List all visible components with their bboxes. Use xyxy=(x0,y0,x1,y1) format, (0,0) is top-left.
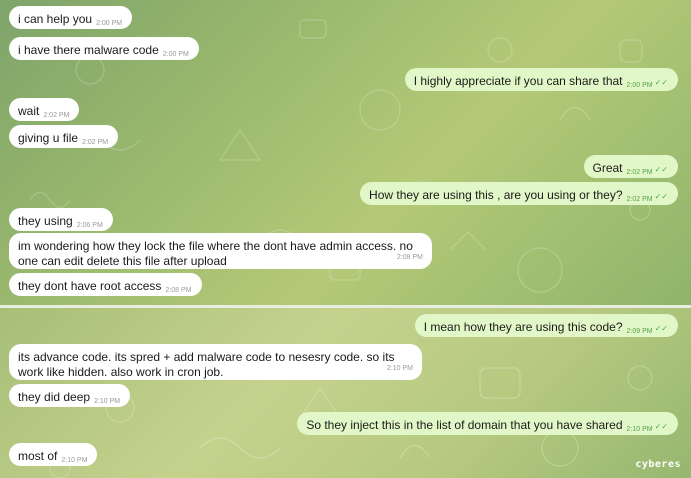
message-time: 2:02 PM xyxy=(626,169,653,176)
message-text: So they inject this in the list of domai… xyxy=(306,418,623,432)
message-bubble[interactable]: i have there malware code 2:00 PM xyxy=(9,37,199,60)
message-time: 2:10 PM xyxy=(386,365,413,372)
message-time: 2:08 PM xyxy=(165,287,192,294)
read-checkmark-icon: ✓✓ xyxy=(654,192,668,201)
message-bubble-outgoing[interactable]: I mean how they are using this code? 2:09… xyxy=(414,314,678,337)
message-text: they did deep xyxy=(18,390,91,404)
message-bubble[interactable]: wait 2:02 PM xyxy=(9,98,80,121)
message-bubble-outgoing[interactable]: Great 2:02 PM ✓✓ xyxy=(583,155,678,178)
message-text: its advance code. its spred + add malwar… xyxy=(18,350,395,379)
message-text: Great xyxy=(592,161,623,175)
message-text: most of xyxy=(18,449,58,463)
message-time: 2:06 PM xyxy=(76,222,103,229)
message-time: 2:10 PM xyxy=(94,398,121,405)
message-time: 2:02 PM xyxy=(82,139,109,146)
message-bubble[interactable]: giving u file 2:02 PM xyxy=(9,125,119,148)
message-text: I highly appreciate if you can share tha… xyxy=(413,74,623,88)
brand-watermark: cyberes xyxy=(635,459,681,470)
message-text: im wondering how they lock the file wher… xyxy=(18,239,413,268)
message-text: i can help you xyxy=(18,12,93,26)
message-bubble-outgoing[interactable]: How they are using this , are you using … xyxy=(360,182,678,205)
read-checkmark-icon: ✓✓ xyxy=(654,422,668,431)
message-bubble[interactable]: im wondering how they lock the file wher… xyxy=(9,233,432,269)
message-bubble[interactable]: they dont have root access 2:08 PM xyxy=(9,273,202,296)
message-time: 2:10 PM xyxy=(61,457,88,464)
chat-panel-top: i can help you 2:00 PM i have there malwa… xyxy=(0,0,691,305)
read-checkmark-icon: ✓✓ xyxy=(654,165,668,174)
message-text: they using xyxy=(18,214,73,228)
message-text: How they are using this , are you using … xyxy=(369,188,623,202)
message-time: 2:10 PM xyxy=(626,426,653,433)
message-text: i have there malware code xyxy=(18,43,159,57)
message-time: 2:09 PM xyxy=(626,328,653,335)
message-text: giving u file xyxy=(18,131,79,145)
message-time: 2:02 PM xyxy=(43,112,70,119)
message-bubble-outgoing[interactable]: I highly appreciate if you can share tha… xyxy=(404,68,678,91)
message-bubble[interactable]: they using 2:06 PM xyxy=(9,208,113,231)
message-time: 2:00 PM xyxy=(162,51,189,58)
message-bubble[interactable]: i can help you 2:00 PM xyxy=(9,6,133,29)
message-bubble[interactable]: they did deep 2:10 PM xyxy=(9,384,131,407)
message-text: they dont have root access xyxy=(18,279,162,293)
read-checkmark-icon: ✓✓ xyxy=(654,78,668,87)
message-time: 2:00 PM xyxy=(96,20,123,27)
message-bubble-outgoing[interactable]: So they inject this in the list of domai… xyxy=(297,412,678,435)
chat-panel-bottom: I mean how they are using this code? 2:09… xyxy=(0,308,691,478)
read-checkmark-icon: ✓✓ xyxy=(654,324,668,333)
message-text: wait xyxy=(18,104,40,118)
message-time: 2:00 PM xyxy=(626,82,653,89)
message-time: 2:02 PM xyxy=(626,196,653,203)
message-bubble[interactable]: its advance code. its spred + add malwar… xyxy=(9,344,422,380)
message-bubble[interactable]: most of 2:10 PM xyxy=(9,443,98,466)
message-time: 2:08 PM xyxy=(396,254,423,261)
message-text: I mean how they are using this code? xyxy=(423,320,623,334)
